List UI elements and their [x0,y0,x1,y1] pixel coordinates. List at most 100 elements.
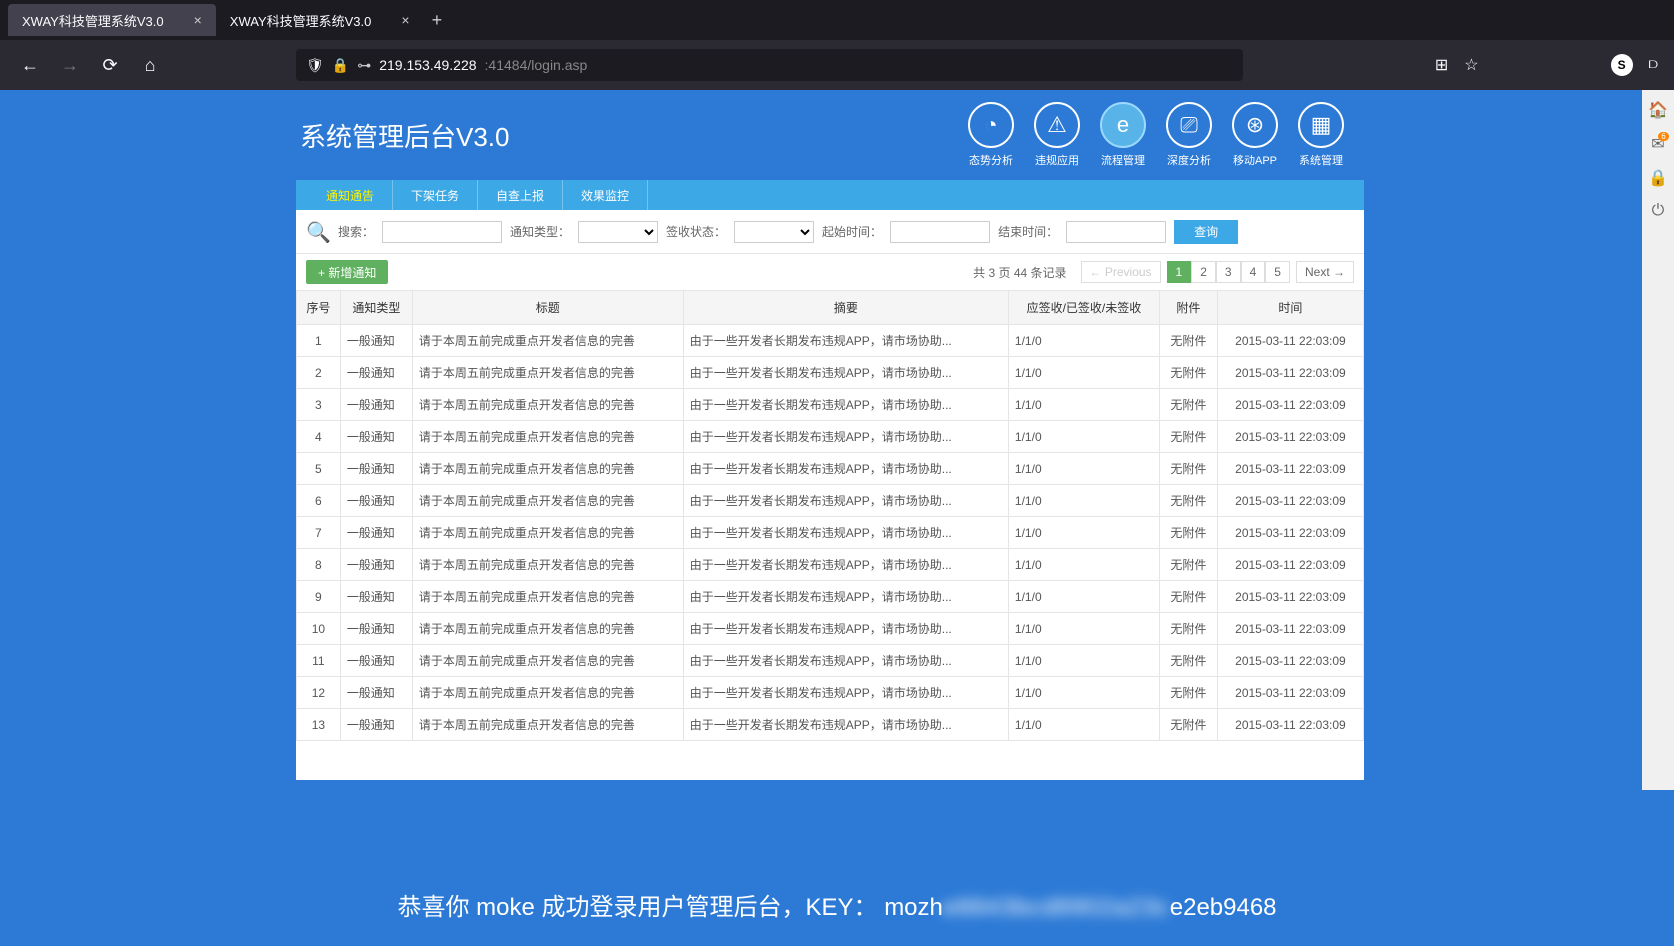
cell-title: 请于本周五前完成重点开发者信息的完善 [412,677,683,709]
subnav-item-2[interactable]: 自查上报 [478,180,563,210]
sub-navigation: 通知通告下架任务自查上报效果监控 [296,180,1364,210]
browser-toolbar: ← → ⟳ ⌂ 🛡 🔒 ⊶ 219.153.49.228:41484/login… [0,40,1674,90]
qr-icon[interactable]: ⊞ [1435,55,1448,75]
table-row[interactable]: 8 一般通知 请于本周五前完成重点开发者信息的完善 由于一些开发者长期发布违规A… [297,549,1364,581]
subnav-item-1[interactable]: 下架任务 [393,180,478,210]
page-number-3[interactable]: 3 [1216,261,1241,283]
cell-idx: 5 [297,453,341,485]
browser-tab-1[interactable]: XWAY科技管理系统V3.0 × [8,4,216,36]
power-icon[interactable]: ⏻ [1652,202,1665,220]
close-icon[interactable]: × [194,12,202,28]
header-nav-4[interactable]: ⊛移动APP [1232,102,1278,168]
cell-time: 2015-03-11 22:03:09 [1217,549,1363,581]
header-nav-label: 违规应用 [1035,152,1079,168]
cell-attach: 无附件 [1159,613,1217,645]
avatar[interactable]: S [1611,54,1633,76]
main-content: 🔍 搜索： 通知类型： 签收状态： 起始时间： 结束时间： 查询 + 新增通知 … [296,210,1364,780]
cell-idx: 1 [297,325,341,357]
subnav-item-0[interactable]: 通知通告 [308,180,393,210]
header-nav-icon: e [1100,102,1146,148]
home-button[interactable]: ⌂ [136,51,164,79]
cell-summary: 由于一些开发者长期发布违规APP，请市场协助... [683,709,1008,741]
cell-attach: 无附件 [1159,645,1217,677]
cell-type: 一般通知 [340,421,412,453]
reload-button[interactable]: ⟳ [96,51,124,79]
tab-title: XWAY科技管理系统V3.0 [22,11,164,30]
mail-icon[interactable]: ✉6 [1651,134,1664,154]
puzzle-icon[interactable]: ⫐ [1649,56,1658,74]
cell-title: 请于本周五前完成重点开发者信息的完善 [412,613,683,645]
page-content: 系统管理后台V3.0 ◔态势分析⚠违规应用e流程管理⎚深度分析⊛移动APP▦系统… [0,90,1674,946]
cell-title: 请于本周五前完成重点开发者信息的完善 [412,421,683,453]
cell-attach: 无附件 [1159,549,1217,581]
url-bar[interactable]: 🛡 🔒 ⊶ 219.153.49.228:41484/login.asp [296,49,1243,81]
table-header: 时间 [1217,291,1363,325]
header-nav-icon: ⚠ [1034,102,1080,148]
table-row[interactable]: 5 一般通知 请于本周五前完成重点开发者信息的完善 由于一些开发者长期发布违规A… [297,453,1364,485]
close-icon[interactable]: × [401,12,409,28]
cell-idx: 4 [297,421,341,453]
page-number-5[interactable]: 5 [1265,261,1290,283]
search-bar: 🔍 搜索： 通知类型： 签收状态： 起始时间： 结束时间： 查询 [296,210,1364,254]
cell-attach: 无附件 [1159,709,1217,741]
pagination: 共 3 页 44 条记录 ← Previous 12345 Next → [973,261,1354,283]
table-row[interactable]: 13 一般通知 请于本周五前完成重点开发者信息的完善 由于一些开发者长期发布违规… [297,709,1364,741]
page-number-1[interactable]: 1 [1167,261,1192,283]
url-host: 219.153.49.228 [379,57,476,73]
query-button[interactable]: 查询 [1174,220,1238,244]
footer-message: 恭喜你 moke 成功登录用户管理后台，KEY： mozhe8843bcd890… [0,887,1674,922]
header-nav-icon: ▦ [1298,102,1344,148]
header-nav-label: 深度分析 [1167,152,1211,168]
cell-type: 一般通知 [340,613,412,645]
cell-sign: 1/1/0 [1008,677,1159,709]
lock-icon[interactable]: 🔒 [1648,168,1668,188]
cell-attach: 无附件 [1159,517,1217,549]
prev-button[interactable]: ← Previous [1081,261,1161,283]
add-button[interactable]: + 新增通知 [306,260,388,284]
cell-attach: 无附件 [1159,421,1217,453]
table-row[interactable]: 6 一般通知 请于本周五前完成重点开发者信息的完善 由于一些开发者长期发布违规A… [297,485,1364,517]
browser-tab-2[interactable]: XWAY科技管理系统V3.0 × [216,4,424,36]
cell-attach: 无附件 [1159,325,1217,357]
page-number-4[interactable]: 4 [1241,261,1266,283]
action-bar: + 新增通知 共 3 页 44 条记录 ← Previous 12345 Nex… [296,254,1364,290]
header-nav-3[interactable]: ⎚深度分析 [1166,102,1212,168]
status-select[interactable] [734,221,814,243]
cell-attach: 无附件 [1159,677,1217,709]
cell-idx: 3 [297,389,341,421]
table-row[interactable]: 3 一般通知 请于本周五前完成重点开发者信息的完善 由于一些开发者长期发布违规A… [297,389,1364,421]
table-row[interactable]: 4 一般通知 请于本周五前完成重点开发者信息的完善 由于一些开发者长期发布违规A… [297,421,1364,453]
search-input[interactable] [382,221,502,243]
next-button[interactable]: Next → [1296,261,1354,283]
table-row[interactable]: 11 一般通知 请于本周五前完成重点开发者信息的完善 由于一些开发者长期发布违规… [297,645,1364,677]
cell-summary: 由于一些开发者长期发布违规APP，请市场协助... [683,645,1008,677]
cell-time: 2015-03-11 22:03:09 [1217,485,1363,517]
cell-idx: 2 [297,357,341,389]
cell-sign: 1/1/0 [1008,325,1159,357]
cell-sign: 1/1/0 [1008,485,1159,517]
table-row[interactable]: 10 一般通知 请于本周五前完成重点开发者信息的完善 由于一些开发者长期发布违规… [297,613,1364,645]
status-label: 签收状态： [666,223,726,240]
subnav-item-3[interactable]: 效果监控 [563,180,648,210]
header-nav-5[interactable]: ▦系统管理 [1298,102,1344,168]
header-nav-2[interactable]: e流程管理 [1100,102,1146,168]
home-icon[interactable]: 🏠 [1648,100,1668,120]
back-button[interactable]: ← [16,51,44,79]
table-row[interactable]: 9 一般通知 请于本周五前完成重点开发者信息的完善 由于一些开发者长期发布违规A… [297,581,1364,613]
new-tab-button[interactable]: + [432,10,443,31]
cell-time: 2015-03-11 22:03:09 [1217,325,1363,357]
table-row[interactable]: 2 一般通知 请于本周五前完成重点开发者信息的完善 由于一些开发者长期发布违规A… [297,357,1364,389]
header-nav-0[interactable]: ◔态势分析 [968,102,1014,168]
type-select[interactable] [578,221,658,243]
start-date-input[interactable] [890,221,990,243]
table-row[interactable]: 12 一般通知 请于本周五前完成重点开发者信息的完善 由于一些开发者长期发布违规… [297,677,1364,709]
page-number-2[interactable]: 2 [1191,261,1216,283]
cell-time: 2015-03-11 22:03:09 [1217,613,1363,645]
bookmark-icon[interactable]: ☆ [1464,55,1478,75]
table-row[interactable]: 1 一般通知 请于本周五前完成重点开发者信息的完善 由于一些开发者长期发布违规A… [297,325,1364,357]
forward-button[interactable]: → [56,51,84,79]
table-row[interactable]: 7 一般通知 请于本周五前完成重点开发者信息的完善 由于一些开发者长期发布违规A… [297,517,1364,549]
lock-icon: 🔒 [332,57,349,74]
header-nav-1[interactable]: ⚠ 违规应用 [1034,102,1080,168]
end-date-input[interactable] [1066,221,1166,243]
